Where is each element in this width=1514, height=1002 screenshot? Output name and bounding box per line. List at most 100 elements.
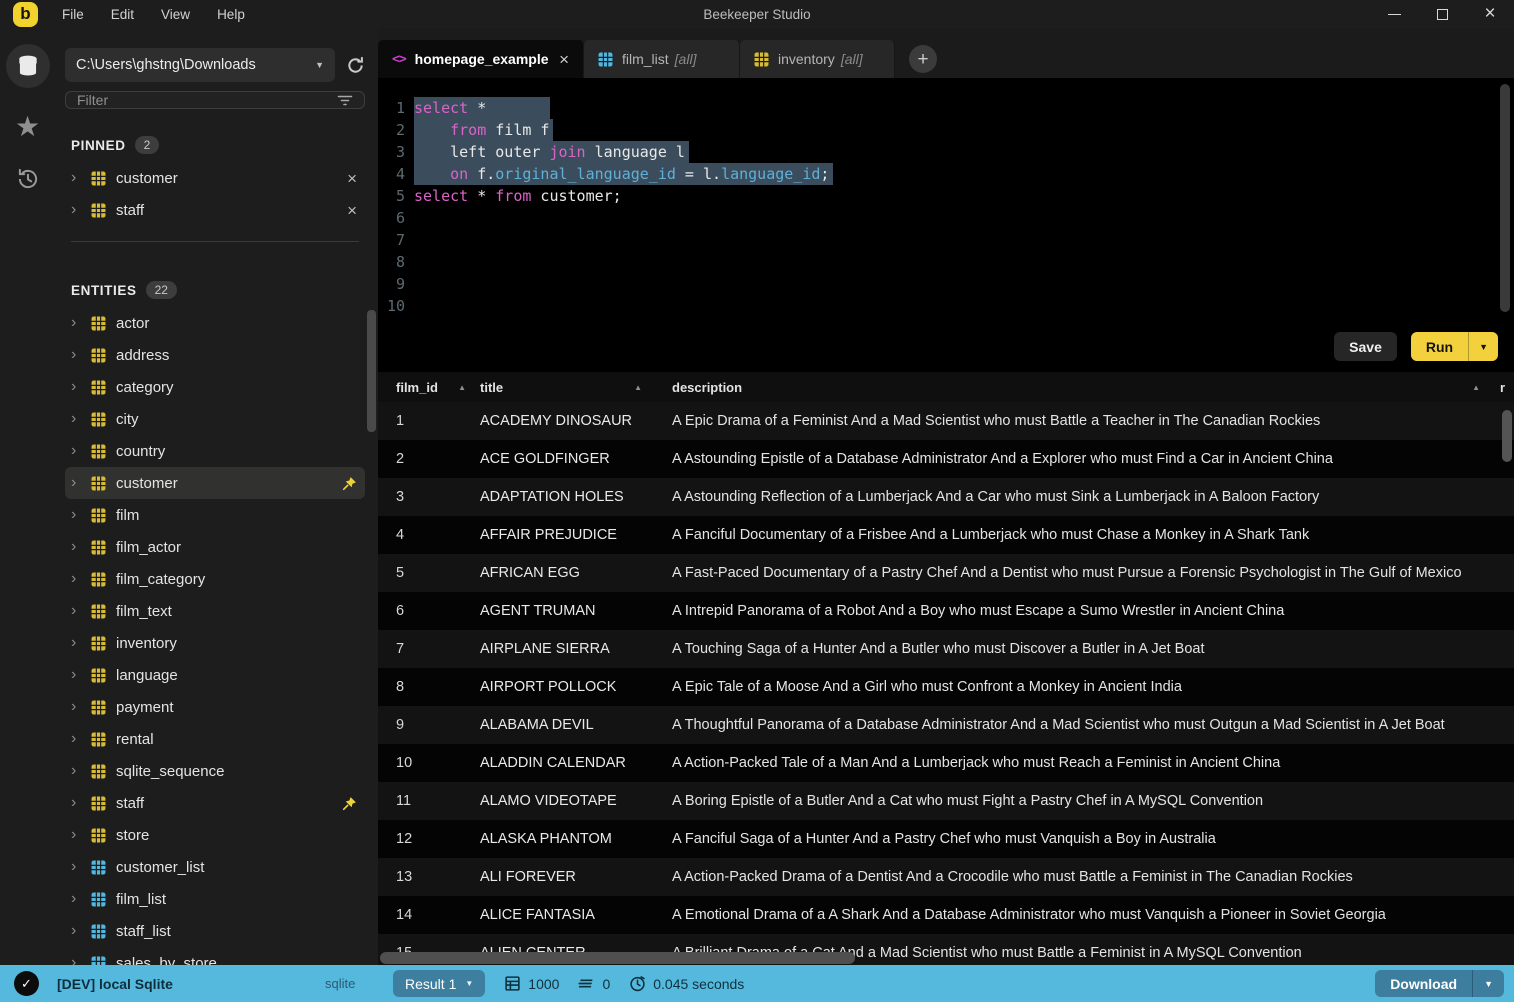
connection-dropdown[interactable]: C:\Users\ghstng\Downloads ▼ <box>65 48 335 82</box>
table-row[interactable]: 13 ALI FOREVER A Action-Packed Drama of a … <box>378 858 1514 896</box>
close-tab-icon[interactable]: × <box>559 51 569 68</box>
entity-item-actor[interactable]: › actor <box>65 307 365 339</box>
tab-film_list[interactable]: film_list [all] <box>584 40 740 78</box>
chevron-right-icon[interactable]: › <box>71 795 81 811</box>
table-row[interactable]: 11 ALAMO VIDEOTAPE A Boring Epistle of a B… <box>378 782 1514 820</box>
pin-icon[interactable] <box>342 476 357 491</box>
column-header-title[interactable]: title ▲ <box>466 372 656 402</box>
code-line-9[interactable] <box>414 273 1514 295</box>
chevron-right-icon[interactable]: › <box>71 507 81 523</box>
table-row[interactable]: 12 ALASKA PHANTOM A Fanciful Saga of a Hun… <box>378 820 1514 858</box>
favorites-button[interactable]: ★ <box>15 113 40 141</box>
table-row[interactable]: 2 ACE GOLDFINGER A Astounding Epistle of a… <box>378 440 1514 478</box>
entity-item-customer[interactable]: › customer <box>65 467 365 499</box>
chevron-right-icon[interactable]: › <box>71 859 81 875</box>
unpin-icon[interactable]: × <box>347 170 357 187</box>
entity-item-payment[interactable]: › payment <box>65 691 365 723</box>
tab-inventory[interactable]: inventory [all] <box>740 40 895 78</box>
pinned-item-customer[interactable]: › customer × <box>65 162 365 194</box>
chevron-right-icon[interactable]: › <box>71 539 81 555</box>
table-row[interactable]: 6 AGENT TRUMAN A Intrepid Panorama of a Ro… <box>378 592 1514 630</box>
table-row[interactable]: 1 ACADEMY DINOSAUR A Epic Drama of a Femin… <box>378 402 1514 440</box>
code-area[interactable]: select * from film f left outer join lan… <box>414 97 1514 372</box>
pin-icon[interactable] <box>342 796 357 811</box>
sort-asc-icon[interactable]: ▲ <box>458 383 466 392</box>
run-button[interactable]: Run ▼ <box>1410 332 1498 361</box>
save-button[interactable]: Save <box>1334 332 1397 361</box>
code-line-3[interactable]: left outer join language l <box>414 141 1514 163</box>
minimize-button[interactable] <box>1370 0 1418 28</box>
chevron-right-icon[interactable]: › <box>71 923 81 939</box>
chevron-right-icon[interactable]: › <box>71 731 81 747</box>
sort-asc-icon[interactable]: ▲ <box>1472 383 1480 392</box>
close-button[interactable]: × <box>1466 0 1514 28</box>
entity-item-sqlite_sequence[interactable]: › sqlite_sequence <box>65 755 365 787</box>
entity-item-rental[interactable]: › rental <box>65 723 365 755</box>
chevron-right-icon[interactable]: › <box>71 635 81 651</box>
menu-help[interactable]: Help <box>217 7 245 22</box>
entity-item-staff_list[interactable]: › staff_list <box>65 915 365 947</box>
chevron-right-icon[interactable]: › <box>71 667 81 683</box>
vertical-scrollbar[interactable] <box>1502 410 1512 462</box>
entity-item-customer_list[interactable]: › customer_list <box>65 851 365 883</box>
entity-item-film_actor[interactable]: › film_actor <box>65 531 365 563</box>
download-dropdown-caret[interactable]: ▼ <box>1473 979 1504 989</box>
run-label[interactable]: Run <box>1411 339 1468 355</box>
tab-homepage_example[interactable]: <> homepage_example × <box>378 40 584 78</box>
horizontal-scrollbar[interactable] <box>380 952 855 964</box>
chevron-right-icon[interactable]: › <box>71 411 81 427</box>
pinned-item-staff[interactable]: › staff × <box>65 194 365 226</box>
entity-item-address[interactable]: › address <box>65 339 365 371</box>
table-row[interactable]: 10 ALADDIN CALENDAR A Action-Packed Tale o… <box>378 744 1514 782</box>
entity-item-city[interactable]: › city <box>65 403 365 435</box>
entity-item-film[interactable]: › film <box>65 499 365 531</box>
chevron-right-icon[interactable]: › <box>71 443 81 459</box>
history-button[interactable] <box>15 166 41 192</box>
table-row[interactable]: 5 AFRICAN EGG A Fast-Paced Documentary of … <box>378 554 1514 592</box>
column-header-film_id[interactable]: film_id ▲ <box>378 372 466 402</box>
code-line-1[interactable]: select * <box>414 97 1514 119</box>
chevron-right-icon[interactable]: › <box>71 202 81 218</box>
chevron-right-icon[interactable]: › <box>71 763 81 779</box>
chevron-right-icon[interactable]: › <box>71 699 81 715</box>
entity-item-sales_by_store[interactable]: › sales_by_store <box>65 947 365 965</box>
unpin-icon[interactable]: × <box>347 202 357 219</box>
download-button[interactable]: Download ▼ <box>1375 970 1504 997</box>
entity-item-country[interactable]: › country <box>65 435 365 467</box>
code-line-4[interactable]: on f.original_language_id = l.language_i… <box>414 163 1514 185</box>
chevron-right-icon[interactable]: › <box>71 891 81 907</box>
chevron-right-icon[interactable]: › <box>71 603 81 619</box>
chevron-right-icon[interactable]: › <box>71 571 81 587</box>
entity-item-store[interactable]: › store <box>65 819 365 851</box>
entity-item-inventory[interactable]: › inventory <box>65 627 365 659</box>
table-row[interactable]: 3 ADAPTATION HOLES A Astounding Reflection… <box>378 478 1514 516</box>
refresh-button[interactable] <box>346 56 365 75</box>
download-label[interactable]: Download <box>1375 976 1472 992</box>
entity-item-staff[interactable]: › staff <box>65 787 365 819</box>
chevron-right-icon[interactable]: › <box>71 170 81 186</box>
maximize-button[interactable] <box>1418 0 1466 28</box>
menu-view[interactable]: View <box>161 7 190 22</box>
chevron-right-icon[interactable]: › <box>71 315 81 331</box>
menu-file[interactable]: File <box>62 7 84 22</box>
table-row[interactable]: 8 AIRPORT POLLOCK A Epic Tale of a Moose A… <box>378 668 1514 706</box>
run-dropdown-caret[interactable]: ▼ <box>1469 342 1498 352</box>
code-line-2[interactable]: from film f <box>414 119 1514 141</box>
chevron-right-icon[interactable]: › <box>71 955 81 966</box>
chevron-right-icon[interactable]: › <box>71 379 81 395</box>
menu-edit[interactable]: Edit <box>111 7 134 22</box>
filter-input[interactable] <box>77 92 337 108</box>
code-line-7[interactable] <box>414 229 1514 251</box>
sql-editor[interactable]: 1 2 3 4 5 6 7 8 9 10 select * from film f left ou… <box>378 78 1514 372</box>
entity-item-film_category[interactable]: › film_category <box>65 563 365 595</box>
entity-item-film_list[interactable]: › film_list <box>65 883 365 915</box>
result-selector-button[interactable]: Result 1 ▼ <box>393 970 486 997</box>
code-line-5[interactable]: select * from customer; <box>414 185 1514 207</box>
chevron-right-icon[interactable]: › <box>71 827 81 843</box>
table-row[interactable]: 9 ALABAMA DEVIL A Thoughtful Panorama of a… <box>378 706 1514 744</box>
entity-item-language[interactable]: › language <box>65 659 365 691</box>
editor-scrollbar[interactable] <box>1500 84 1510 312</box>
table-row[interactable]: 4 AFFAIR PREJUDICE A Fanciful Documentary … <box>378 516 1514 554</box>
database-sidebar-button[interactable] <box>5 44 50 88</box>
table-row[interactable]: 7 AIRPLANE SIERRA A Touching Saga of a Hun… <box>378 630 1514 668</box>
